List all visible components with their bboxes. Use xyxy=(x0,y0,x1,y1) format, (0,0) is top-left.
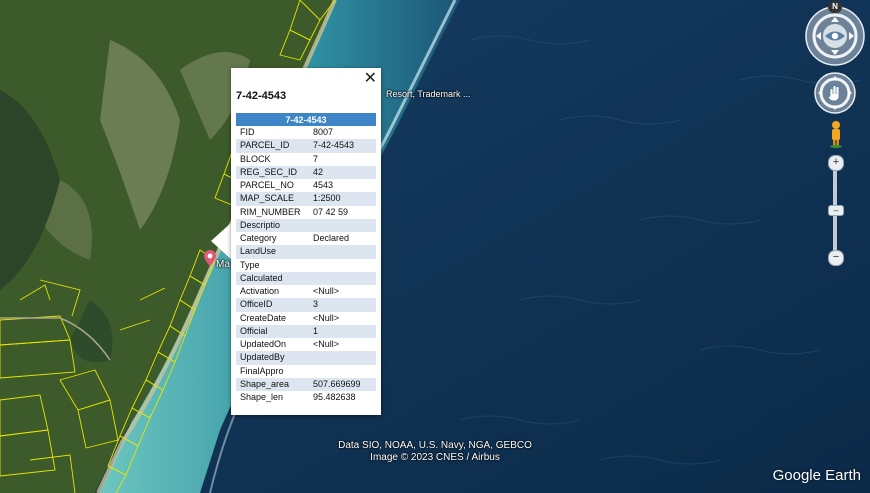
table-row: Calculated xyxy=(236,271,376,285)
attribute-value: 1:2500 xyxy=(309,192,376,206)
attribute-value xyxy=(309,245,376,259)
map-imagery xyxy=(0,0,870,493)
zoom-out-icon: − xyxy=(832,251,840,263)
table-row: Type xyxy=(236,259,376,272)
street-view-pegman-icon[interactable] xyxy=(828,120,844,148)
table-row: PARCEL_ID 7-42-4543 xyxy=(236,139,376,153)
attribute-key: UpdatedBy xyxy=(236,351,309,365)
attribute-key: MAP_SCALE xyxy=(236,192,309,206)
attribute-value xyxy=(309,259,376,272)
close-icon[interactable]: ✕ xyxy=(364,69,377,87)
move-control[interactable] xyxy=(814,72,856,114)
resort-label[interactable]: Resort, Trademark ... xyxy=(386,89,471,99)
table-row: Official 1 xyxy=(236,324,376,338)
attribute-value: Declared xyxy=(313,233,350,244)
table-row: LandUse xyxy=(236,245,376,259)
balloon-pointer xyxy=(211,222,232,260)
attribute-key: Activation xyxy=(240,286,280,297)
attribute-key: Type xyxy=(240,259,260,270)
attribute-key: PARCEL_NO xyxy=(240,180,294,191)
attribute-value: 507.669699 xyxy=(309,377,376,391)
table-row: Shape_len 95.482638 xyxy=(236,391,376,404)
attribute-value: 07 42 59 xyxy=(313,206,349,217)
attribute-table: 7-42-4543 FID 8007 PARCEL_ID 7-42-4543 BLOCK… xyxy=(236,113,376,404)
attribute-key: CreateDate xyxy=(240,312,287,323)
zoom-in-button[interactable]: + xyxy=(828,155,844,171)
attribute-value: 95.482638 xyxy=(313,392,356,403)
place-label[interactable]: Ma xyxy=(216,259,230,270)
attribute-key: FinalAppro xyxy=(240,365,284,376)
table-row: UpdatedOn <Null> xyxy=(236,338,376,351)
table-row: REG_SEC_ID 42 xyxy=(236,165,376,179)
zoom-in-icon: + xyxy=(832,156,840,168)
attribute-value: 3 xyxy=(309,298,376,312)
google-earth-logo: Google Earth xyxy=(772,467,861,484)
attribute-key: Descriptio xyxy=(236,218,309,232)
look-around-control[interactable] xyxy=(805,5,865,67)
table-row: PARCEL_NO 4543 xyxy=(236,179,376,192)
attribute-value: 7-42-4543 xyxy=(309,139,376,153)
attribute-value: 42 xyxy=(309,165,376,179)
table-row: Shape_area 507.669699 xyxy=(236,377,376,391)
attribute-value: <Null> xyxy=(313,286,340,297)
table-row: OfficeID 3 xyxy=(236,298,376,312)
attribute-value: 8007 xyxy=(313,127,334,138)
zoom-thumb-grip: – xyxy=(833,205,839,215)
attribute-key: PARCEL_ID xyxy=(236,139,309,153)
attribute-key: Shape_len xyxy=(240,392,284,403)
attribute-value: <Null> xyxy=(313,312,340,323)
attribute-key: LandUse xyxy=(236,245,309,259)
table-row: UpdatedBy xyxy=(236,351,376,365)
table-row: Activation <Null> xyxy=(236,285,376,298)
attribute-value xyxy=(309,365,376,378)
attribute-key: RIM_NUMBER xyxy=(240,206,301,217)
attribute-key: Official xyxy=(236,324,309,338)
satellite-map[interactable] xyxy=(0,0,870,493)
attribute-value xyxy=(309,271,376,285)
attribute-key: REG_SEC_ID xyxy=(236,165,309,179)
attribution-line-2: Image © 2023 CNES / Airbus xyxy=(370,452,500,463)
table-row: RIM_NUMBER 07 42 59 xyxy=(236,206,376,219)
zoom-slider-thumb[interactable]: – xyxy=(828,205,844,216)
attribute-value: <Null> xyxy=(313,339,340,350)
attribute-key: UpdatedOn xyxy=(240,339,287,350)
table-row: Category Declared xyxy=(236,232,376,245)
zoom-out-button[interactable]: − xyxy=(828,250,844,266)
attribute-value xyxy=(309,351,376,365)
imagery-attribution: Data SIO, NOAA, U.S. Navy, NGA, GEBCO Im… xyxy=(0,440,870,464)
attribute-rows: FID 8007 PARCEL_ID 7-42-4543 BLOCK 7 REG_SEC_I… xyxy=(236,126,376,404)
attribute-value xyxy=(309,218,376,232)
attribute-value: 7 xyxy=(313,153,319,164)
table-row: FID 8007 xyxy=(236,126,376,139)
attribution-line-1: Data SIO, NOAA, U.S. Navy, NGA, GEBCO xyxy=(338,440,532,451)
table-row: Descriptio xyxy=(236,218,376,232)
table-row: BLOCK 7 xyxy=(236,153,376,166)
north-indicator[interactable]: N xyxy=(828,1,842,13)
table-row: MAP_SCALE 1:2500 xyxy=(236,192,376,206)
attribute-key: BLOCK xyxy=(240,153,271,164)
attribute-value: 4543 xyxy=(313,180,334,191)
attribute-value: 1 xyxy=(309,324,376,338)
parcel-info-balloon: ✕ 7-42-4543 7-42-4543 FID 8007 PARCEL_ID 7-… xyxy=(231,68,381,415)
attribute-key: Shape_area xyxy=(236,377,309,391)
attribute-key: Category xyxy=(240,233,277,244)
table-row: FinalAppro xyxy=(236,365,376,378)
balloon-title: 7-42-4543 xyxy=(236,90,287,102)
table-header: 7-42-4543 xyxy=(236,113,376,126)
table-row: CreateDate <Null> xyxy=(236,312,376,325)
attribute-key: FID xyxy=(240,127,255,138)
attribute-key: OfficeID xyxy=(236,298,309,312)
attribute-key: Calculated xyxy=(236,271,309,285)
